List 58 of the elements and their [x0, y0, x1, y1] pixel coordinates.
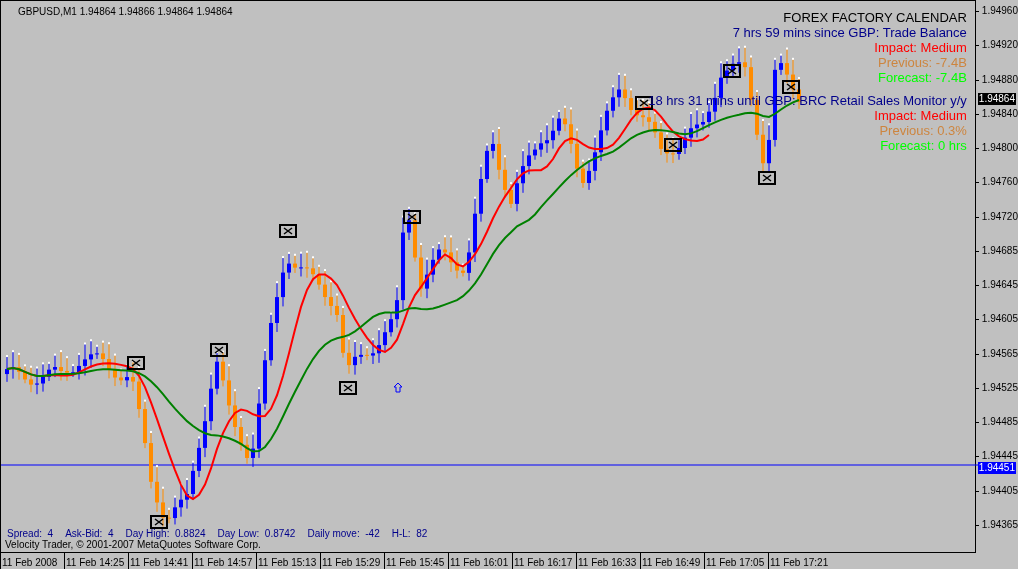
time-tick-label: 11 Feb 2008: [2, 557, 58, 569]
up-arrow-icon: [393, 382, 403, 393]
price-tick-label: 1.94760: [981, 176, 1018, 189]
x-box-marker-icon: [403, 210, 421, 224]
symbol-quote-header: GBPUSD,M1 1.94864 1.94866 1.94864 1.94864: [18, 5, 233, 19]
time-tick-label: 11 Feb 17:21: [770, 557, 829, 569]
price-tick-label: 1.94405: [981, 484, 1018, 497]
time-tick-label: 11 Feb 16:01: [450, 557, 509, 569]
price-tick-label: 1.94365: [981, 518, 1018, 531]
event-forecast: Forecast: -7.4B: [877, 70, 967, 85]
price-tick-label: 1.94525: [981, 381, 1018, 394]
time-tick-label: 11 Feb 16:49: [642, 557, 701, 569]
event-previous: Previous: 0.3%: [879, 123, 967, 138]
time-tick-label: 11 Feb 15:45: [386, 557, 445, 569]
x-box-marker-icon: [150, 515, 168, 529]
x-box-marker-icon: [210, 343, 228, 357]
event-impact: Impact: Medium: [874, 40, 967, 55]
time-tick-label: 11 Feb 14:57: [194, 557, 253, 569]
price-tick-label: 1.94645: [981, 279, 1018, 291]
x-box-marker-icon: [279, 224, 297, 238]
line-price-tag: 1.94451: [977, 462, 1016, 474]
current-price-tag: 1.94864: [977, 93, 1016, 105]
info-stat: Daily move: -42: [307, 528, 380, 539]
info-stat: H-L: 82: [391, 528, 428, 539]
time-tick-label: 11 Feb 14:25: [66, 557, 125, 569]
price-tick-label: 1.94445: [981, 450, 1018, 463]
x-box-marker-icon: [758, 171, 776, 185]
info-stat: Ask-Bid: 4: [65, 528, 114, 539]
x-box-marker-icon: [127, 356, 145, 370]
copyright-text: Velocity Trader, © 2001-2007 MetaQuotes Software Corp.: [5, 539, 262, 550]
price-tick-label: 1.94880: [981, 73, 1018, 86]
x-box-marker-icon: [723, 64, 741, 78]
time-tick-label: 11 Feb 15:29: [322, 557, 381, 569]
info-stat: Day High: 0.8824: [125, 528, 206, 539]
price-tick-label: 1.94840: [981, 107, 1018, 120]
time-tick-label: 11 Feb 14:41: [130, 557, 189, 569]
x-box-marker-icon: [782, 80, 800, 94]
event-forecast: Forecast: 0 hrs: [880, 138, 967, 153]
price-tick-label: 1.94800: [981, 142, 1018, 154]
time-tick-label: 11 Feb 17:05: [706, 557, 765, 569]
info-stat: Spread: 4: [7, 528, 54, 539]
time-tick-label: 11 Feb 15:13: [258, 557, 317, 569]
price-tick-label: 1.94920: [981, 39, 1018, 52]
event-headline: 7 hrs 59 mins since GBP: Trade Balance: [732, 25, 967, 40]
event-previous: Previous: -7.4B: [877, 55, 967, 70]
x-box-marker-icon: [339, 381, 357, 395]
price-tick-label: 1.94565: [981, 347, 1018, 360]
price-tick-label: 1.94720: [981, 210, 1018, 223]
info-stat: Day Low: 0.8742: [217, 528, 296, 539]
price-tick-label: 1.94605: [981, 313, 1018, 326]
x-box-marker-icon: [664, 138, 682, 152]
price-tick-label: 1.94485: [981, 416, 1018, 428]
event-impact: Impact: Medium: [874, 108, 967, 123]
price-tick-label: 1.94960: [981, 5, 1018, 17]
time-tick-label: 11 Feb 16:17: [514, 557, 573, 569]
calendar-title: FOREX FACTORY CALENDAR: [783, 10, 967, 25]
time-tick-label: 11 Feb 16:33: [578, 557, 637, 569]
price-tick-label: 1.94685: [981, 244, 1018, 257]
